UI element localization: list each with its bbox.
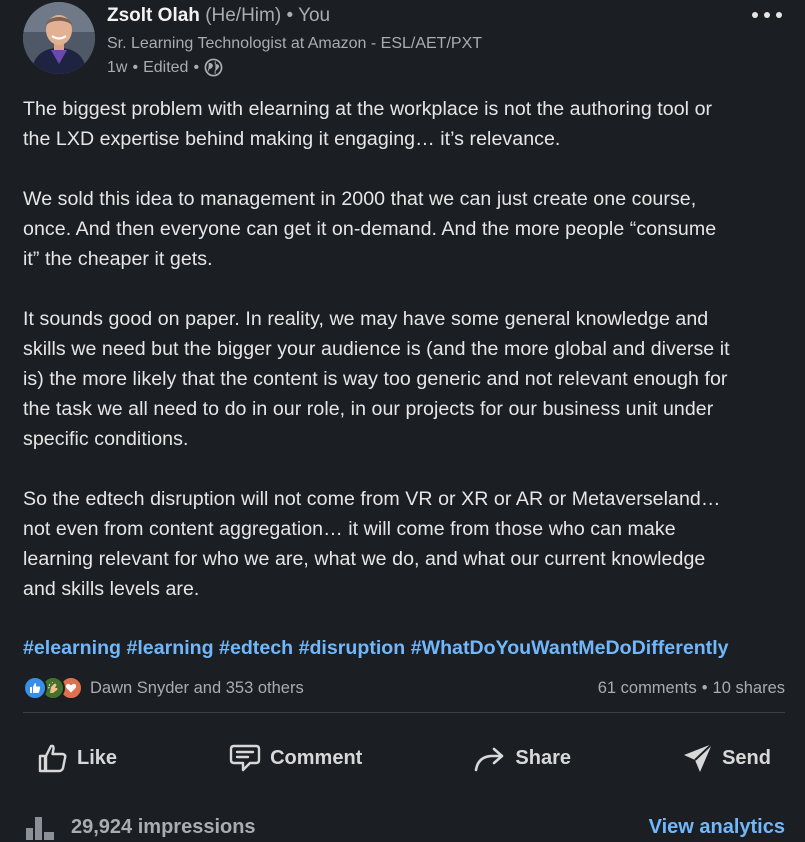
hashtag-link[interactable]: #learning xyxy=(126,637,213,659)
comment-button[interactable]: Comment xyxy=(214,737,376,779)
hashtag-link[interactable]: #WhatDoYouWantMeDoDifferently xyxy=(411,637,729,659)
action-bar: Like Comment Share Send xyxy=(23,730,785,786)
reactors-text: Dawn Snyder and 353 others xyxy=(90,678,304,697)
hashtag-list: #elearning #learning #edtech #disruption… xyxy=(23,633,729,663)
shares-count[interactable]: 10 shares xyxy=(713,679,785,698)
share-button[interactable]: Share xyxy=(459,737,585,779)
divider xyxy=(23,712,785,713)
author-headline: Sr. Learning Technologist at Amazon - ES… xyxy=(107,35,483,52)
post-paragraph: We sold this idea to management in 2000 … xyxy=(23,188,717,270)
author-relation: You xyxy=(298,5,331,26)
post-text: The biggest problem with elearning at th… xyxy=(23,94,788,634)
hashtag-link[interactable]: #disruption xyxy=(299,637,406,659)
post-paragraph: So the edtech disruption will not come f… xyxy=(23,488,721,600)
profile-photo xyxy=(23,2,95,74)
send-label: Send xyxy=(722,746,771,769)
view-analytics-link[interactable]: View analytics xyxy=(649,816,785,839)
post-paragraph: The biggest problem with elearning at th… xyxy=(23,98,713,150)
author-line: Zsolt Olah (He/Him) • You xyxy=(107,5,330,27)
share-arrow-icon xyxy=(475,747,504,772)
share-label: Share xyxy=(515,746,572,769)
meta-separator: • xyxy=(132,58,139,76)
counts-separator: • xyxy=(701,678,708,697)
analytics-bar: 29,924 impressions View analytics xyxy=(23,812,785,842)
post-age: 1w xyxy=(107,58,128,76)
like-icon xyxy=(23,676,47,700)
comments-count[interactable]: 61 comments xyxy=(598,679,697,698)
post-meta: 1w • Edited • xyxy=(107,58,223,77)
comment-label: Comment xyxy=(270,746,363,769)
send-button[interactable]: Send xyxy=(668,736,785,780)
comment-icon xyxy=(229,744,261,772)
engagement-counts: 61 comments • 10 shares xyxy=(598,679,785,698)
bar-chart-icon xyxy=(26,817,54,840)
reactions-summary[interactable]: Dawn Snyder and 353 others xyxy=(23,676,304,700)
avatar[interactable] xyxy=(23,2,95,74)
globe-icon xyxy=(204,58,223,77)
send-icon xyxy=(684,743,713,772)
hashtag-link[interactable]: #elearning xyxy=(23,637,121,659)
author-pronouns: (He/Him) xyxy=(205,5,282,26)
social-counts: Dawn Snyder and 353 others 61 comments •… xyxy=(23,674,785,702)
hashtag-link[interactable]: #edtech xyxy=(219,637,293,659)
thumbs-up-icon xyxy=(38,744,67,773)
post-paragraph: It sounds good on paper. In reality, we … xyxy=(23,308,730,450)
impressions: 29,924 impressions xyxy=(23,814,256,840)
more-options-button[interactable] xyxy=(749,2,785,28)
edited-label: Edited xyxy=(143,58,189,76)
impressions-count: 29,924 impressions xyxy=(71,815,256,838)
feed-post: Zsolt Olah (He/Him) • You Sr. Learning T… xyxy=(0,0,805,842)
author-name[interactable]: Zsolt Olah xyxy=(107,5,200,26)
like-button[interactable]: Like xyxy=(23,736,131,780)
meta-separator-2: • xyxy=(193,58,200,76)
degree-separator: • xyxy=(286,5,294,26)
ellipsis-icon xyxy=(752,12,782,18)
like-label: Like xyxy=(77,746,118,769)
